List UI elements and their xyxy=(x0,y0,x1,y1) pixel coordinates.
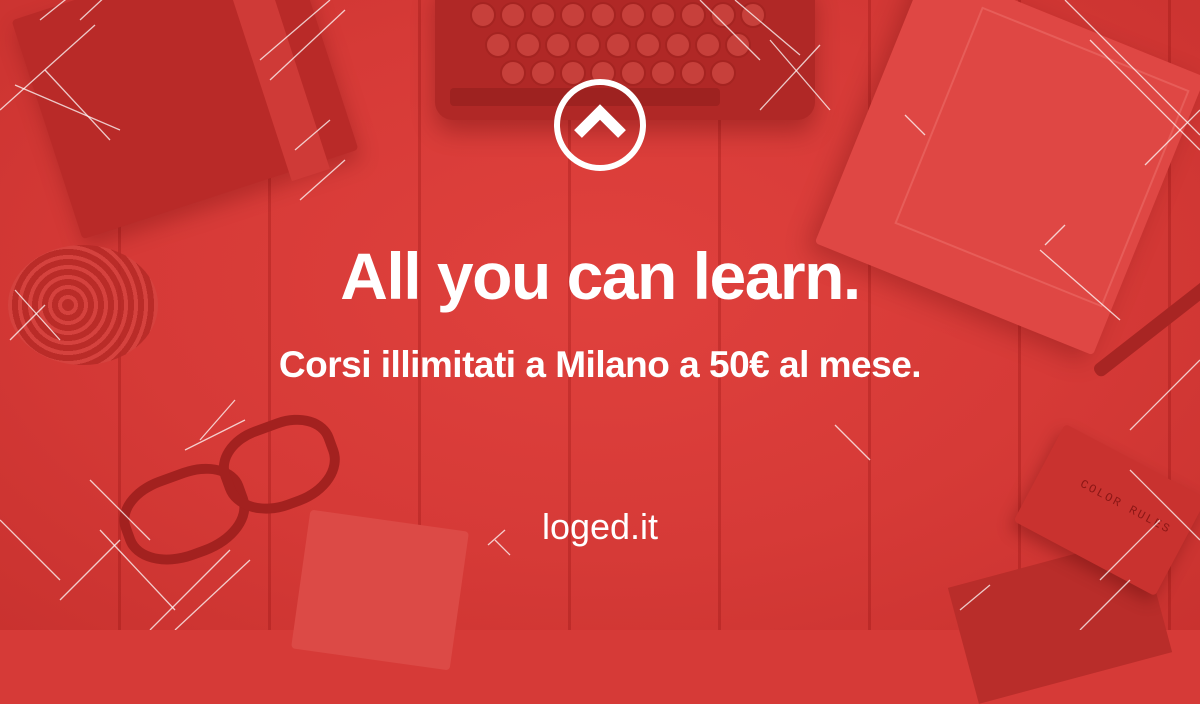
site-link[interactable]: loged.it xyxy=(0,506,1200,548)
chevron-up-icon xyxy=(554,79,646,171)
headline: All you can learn. xyxy=(340,239,861,313)
subline: Corsi illimitati a Milano a 50€ al mese. xyxy=(278,344,922,385)
